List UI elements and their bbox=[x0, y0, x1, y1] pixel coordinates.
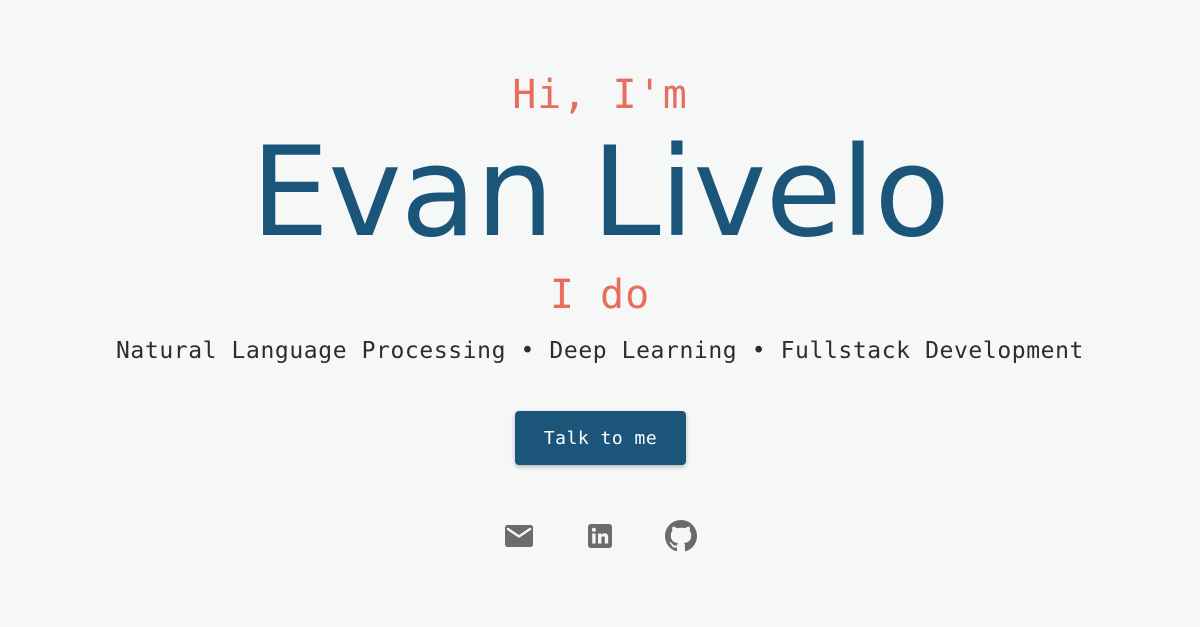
linkedin-icon bbox=[588, 524, 612, 548]
hero-name: Evan Livelo bbox=[250, 121, 950, 265]
greeting-text: Hi, I'm bbox=[512, 72, 688, 118]
github-icon bbox=[665, 520, 697, 552]
skill-separator: • bbox=[751, 338, 767, 364]
talk-to-me-button[interactable]: Talk to me bbox=[515, 411, 686, 465]
skill-separator: • bbox=[520, 338, 535, 364]
skill-item: Natural Language Processing bbox=[115, 338, 507, 364]
skills-line: Natural Language Processing • Deep Learn… bbox=[0, 334, 1200, 368]
skill-item: Deep Learning bbox=[549, 338, 738, 364]
linkedin-link[interactable] bbox=[582, 518, 618, 554]
mail-icon bbox=[505, 525, 533, 547]
ido-text: I do bbox=[549, 272, 651, 318]
skill-item: Fullstack Development bbox=[780, 338, 1084, 364]
hero-section: Hi, I'm Evan Livelo I do Natural Languag… bbox=[0, 0, 1200, 627]
email-link[interactable] bbox=[501, 518, 537, 554]
social-links bbox=[0, 518, 1200, 556]
github-link[interactable] bbox=[663, 518, 699, 554]
